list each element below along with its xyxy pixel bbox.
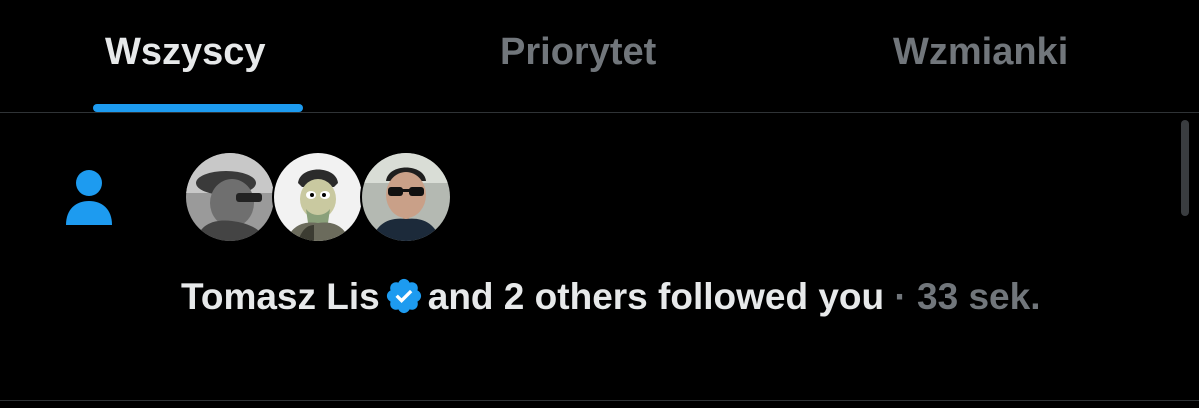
notification-text: Tomasz Lis and 2 others followed you · 33…	[181, 273, 1141, 321]
person-icon	[64, 169, 114, 227]
user-name-link[interactable]: Tomasz Lis	[181, 276, 380, 317]
notification-divider	[0, 400, 1199, 401]
tab-all[interactable]: Wszyscy	[105, 28, 266, 76]
avatar[interactable]	[360, 151, 452, 243]
avatar[interactable]	[272, 151, 364, 243]
tab-bar: Wszyscy Priorytet Wzmianki	[0, 0, 1199, 112]
verified-badge-icon	[384, 276, 424, 316]
avatar-group	[184, 151, 464, 243]
avatar[interactable]	[184, 151, 276, 243]
avatar-sunglasses-man-icon	[362, 153, 450, 241]
notification-message: and 2 others followed you	[427, 276, 885, 317]
avatar-cartoon-character-icon	[274, 153, 362, 241]
active-tab-indicator	[93, 104, 303, 112]
tab-mentions[interactable]: Wzmianki	[893, 28, 1068, 76]
tab-priority[interactable]: Priorytet	[500, 28, 656, 76]
timestamp: 33 sek.	[917, 276, 1041, 317]
scrollbar[interactable]	[1181, 120, 1189, 216]
separator-dot: ·	[894, 276, 907, 317]
avatar-photo-gray-icon	[186, 153, 274, 241]
follow-notification[interactable]: Tomasz Lis and 2 others followed you · 33…	[0, 113, 1199, 400]
